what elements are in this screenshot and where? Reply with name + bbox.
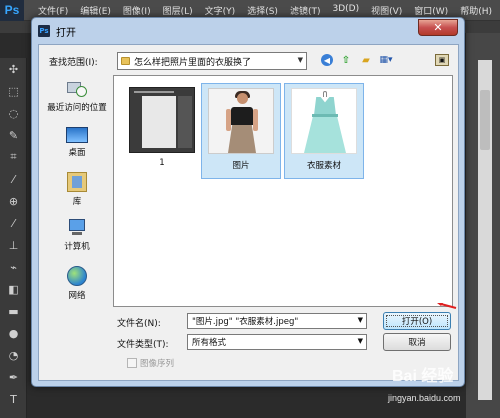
history-brush-tool-icon[interactable]: ⌁ <box>0 256 27 278</box>
view-menu-icon[interactable]: ▦▾ <box>379 53 393 67</box>
place-label: 网络 <box>68 291 86 301</box>
menu-view[interactable]: 视图(V) <box>365 4 408 17</box>
move-tool-icon[interactable]: ✣ <box>0 58 27 80</box>
filetype-select[interactable]: 所有格式 ▼ <box>187 334 367 350</box>
places-bar: 最近访问的位置 桌面 库 计算机 网络 <box>43 75 111 307</box>
ps-scrollbar-thumb[interactable] <box>480 90 490 150</box>
network-icon <box>67 266 87 286</box>
pen-tool-icon[interactable]: ✒ <box>0 366 27 388</box>
file-list: 1 图片 衣服素材 <box>113 75 453 307</box>
filename-value: "图片.jpg" "衣服素材.jpeg" <box>192 317 299 327</box>
file-name: 1 <box>159 158 165 168</box>
look-in-dropdown[interactable]: 怎么样把照片里面的衣服换了 ▼ <box>117 52 307 70</box>
menu-image[interactable]: 图像(I) <box>117 4 157 17</box>
file-item[interactable]: 衣服素材 <box>284 83 364 179</box>
preview-pane-icon[interactable]: ▣ <box>435 54 449 66</box>
computer-icon <box>67 219 87 237</box>
file-item[interactable]: 图片 <box>201 83 281 179</box>
menu-type[interactable]: 文字(Y) <box>199 4 242 17</box>
back-icon[interactable]: ◀ <box>321 54 333 66</box>
place-computer[interactable]: 计算机 <box>43 216 111 263</box>
marquee-tool-icon[interactable]: ⬚ <box>0 80 27 102</box>
baidu-watermark: Bai 经验 <box>392 368 454 385</box>
ps-toolbar: ✣ ⬚ ◌ ✎ ⌗ ⁄ ⊕ ⁄ ⊥ ⌁ ◧ ▬ ● ◔ ✒ T <box>0 58 27 418</box>
menu-file[interactable]: 文件(F) <box>32 4 74 17</box>
nav-toolbar: ◀ ⇧ ▰ ▦▾ <box>321 53 393 67</box>
file-thumbnail <box>208 88 274 154</box>
library-icon <box>67 172 87 192</box>
filetype-label: 文件类型(T): <box>117 340 169 350</box>
chevron-down-icon[interactable]: ▼ <box>298 56 303 64</box>
ps-scrollbar[interactable] <box>478 60 492 400</box>
brush-tool-icon[interactable]: ⁄ <box>0 212 27 234</box>
stamp-tool-icon[interactable]: ⊥ <box>0 234 27 256</box>
filetype-value: 所有格式 <box>192 338 227 348</box>
chevron-down-icon[interactable]: ▼ <box>358 316 363 324</box>
menu-window[interactable]: 窗口(W) <box>408 4 454 17</box>
ps-menu: 文件(F) 编辑(E) 图像(I) 图层(L) 文字(Y) 选择(S) 滤镜(T… <box>32 4 498 17</box>
crop-tool-icon[interactable]: ⌗ <box>0 146 27 168</box>
open-button[interactable]: 打开(O) <box>383 312 451 330</box>
place-desktop[interactable]: 桌面 <box>43 122 111 169</box>
folder-icon <box>121 57 130 65</box>
place-library[interactable]: 库 <box>43 169 111 216</box>
healing-tool-icon[interactable]: ⊕ <box>0 190 27 212</box>
image-sequence-label: 图像序列 <box>140 359 175 369</box>
gradient-tool-icon[interactable]: ▬ <box>0 300 27 322</box>
place-recent[interactable]: 最近访问的位置 <box>43 75 111 122</box>
file-thumbnail <box>129 87 195 153</box>
photoshop-logo: Ps <box>0 0 24 21</box>
place-label: 桌面 <box>68 148 86 158</box>
dialog-client: 查找范围(I): 怎么样把照片里面的衣服换了 ▼ ◀ ⇧ ▰ ▦▾ ▣ 最近访问… <box>38 44 459 381</box>
quick-select-tool-icon[interactable]: ✎ <box>0 124 27 146</box>
type-tool-icon[interactable]: T <box>0 388 27 410</box>
cancel-button[interactable]: 取消 <box>383 333 451 351</box>
file-thumbnail <box>291 88 357 154</box>
menu-filter[interactable]: 滤镜(T) <box>284 4 327 17</box>
place-label: 计算机 <box>64 242 90 252</box>
menu-select[interactable]: 选择(S) <box>241 4 284 17</box>
dialog-titlebar[interactable]: Ps 打开 ✕ <box>32 18 464 44</box>
place-label: 最近访问的位置 <box>47 103 107 113</box>
look-in-value: 怎么样把照片里面的衣服换了 <box>134 57 252 68</box>
place-label: 库 <box>72 197 82 207</box>
desktop-icon <box>66 127 88 143</box>
image-sequence-option: 图像序列 <box>127 357 174 369</box>
file-name: 衣服素材 <box>306 161 341 171</box>
photoshop-icon: Ps <box>38 25 50 37</box>
eyedropper-tool-icon[interactable]: ⁄ <box>0 168 27 190</box>
place-network[interactable]: 网络 <box>43 263 111 310</box>
open-button-label: 打开(O) <box>401 317 433 327</box>
dodge-tool-icon[interactable]: ◔ <box>0 344 27 366</box>
dialog-title: 打开 <box>56 27 76 39</box>
filename-input[interactable]: "图片.jpg" "衣服素材.jpeg" ▼ <box>187 313 367 329</box>
lasso-tool-icon[interactable]: ◌ <box>0 102 27 124</box>
look-in-label: 查找范围(I): <box>49 58 98 68</box>
menu-edit[interactable]: 编辑(E) <box>74 4 117 17</box>
watermark-url: jingyan.baidu.com <box>388 393 461 403</box>
file-item[interactable]: 1 <box>122 83 202 179</box>
menu-help[interactable]: 帮助(H) <box>454 4 498 17</box>
menu-3d[interactable]: 3D(D) <box>326 4 365 17</box>
cancel-button-label: 取消 <box>408 338 426 348</box>
chevron-down-icon[interactable]: ▼ <box>358 337 363 345</box>
filename-label: 文件名(N): <box>117 319 161 329</box>
eraser-tool-icon[interactable]: ◧ <box>0 278 27 300</box>
red-arrow-icon <box>437 303 457 309</box>
up-folder-icon[interactable]: ⇧ <box>339 53 353 67</box>
new-folder-icon[interactable]: ▰ <box>359 53 373 67</box>
file-name: 图片 <box>232 161 250 171</box>
recent-places-icon <box>67 78 87 98</box>
close-button[interactable]: ✕ <box>418 19 458 36</box>
open-dialog: Ps 打开 ✕ 查找范围(I): 怎么样把照片里面的衣服换了 ▼ ◀ ⇧ ▰ ▦… <box>31 17 465 387</box>
menu-layer[interactable]: 图层(L) <box>157 4 199 17</box>
blur-tool-icon[interactable]: ● <box>0 322 27 344</box>
image-sequence-checkbox[interactable] <box>127 358 137 368</box>
